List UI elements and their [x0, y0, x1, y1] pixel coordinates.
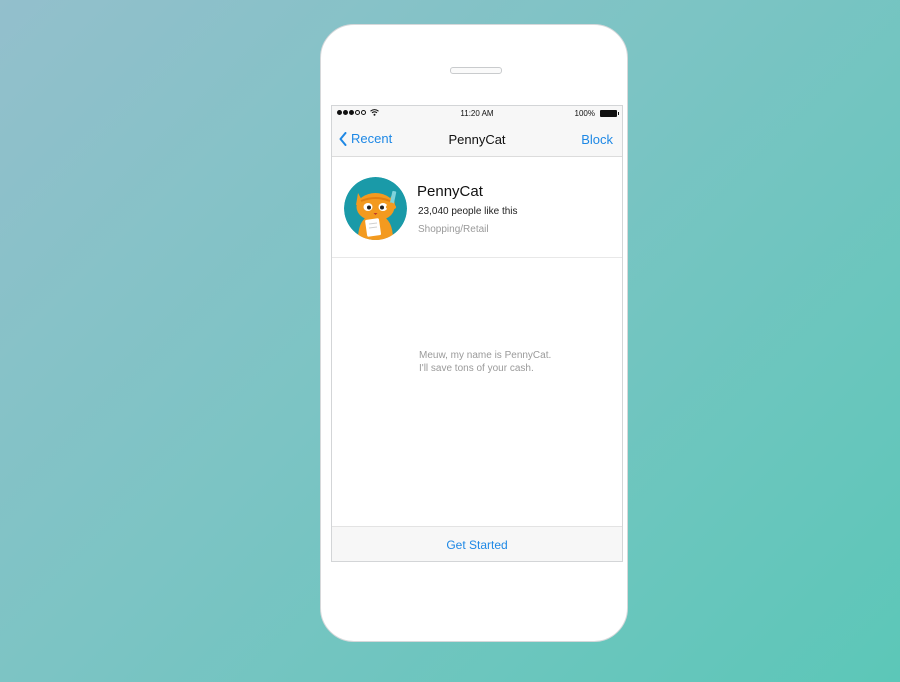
profile-header: PennyCat 23,040 people like this Shoppin…: [332, 157, 622, 258]
speaker-grille: [450, 67, 502, 74]
block-button[interactable]: Block: [581, 132, 613, 147]
app-screen: 11:20 AM 100% Recent PennyCat Block Penn…: [331, 105, 623, 562]
profile-likes: 23,040 people like this: [418, 206, 518, 217]
battery-group: 100%: [574, 109, 619, 118]
welcome-message-line-1: Meuw, my name is PennyCat.: [419, 350, 552, 361]
get-started-button[interactable]: Get Started: [332, 538, 622, 552]
battery-percent: 100%: [574, 109, 595, 118]
battery-icon: [600, 110, 619, 117]
welcome-message: Meuw, my name is PennyCat. I'll save ton…: [419, 349, 551, 375]
nav-title: PennyCat: [448, 132, 506, 147]
status-bar: 11:20 AM 100%: [332, 106, 622, 122]
profile-name: PennyCat: [417, 183, 483, 200]
navigation-bar: Recent PennyCat Block: [332, 122, 622, 157]
welcome-message-line-2: I'll save tons of your cash.: [419, 363, 534, 374]
cat-avatar-icon[interactable]: [344, 177, 407, 240]
profile-category: Shopping/Retail: [418, 224, 489, 235]
footer-bar: Get Started: [332, 526, 622, 561]
phone-frame: 11:20 AM 100% Recent PennyCat Block Penn…: [320, 24, 628, 642]
